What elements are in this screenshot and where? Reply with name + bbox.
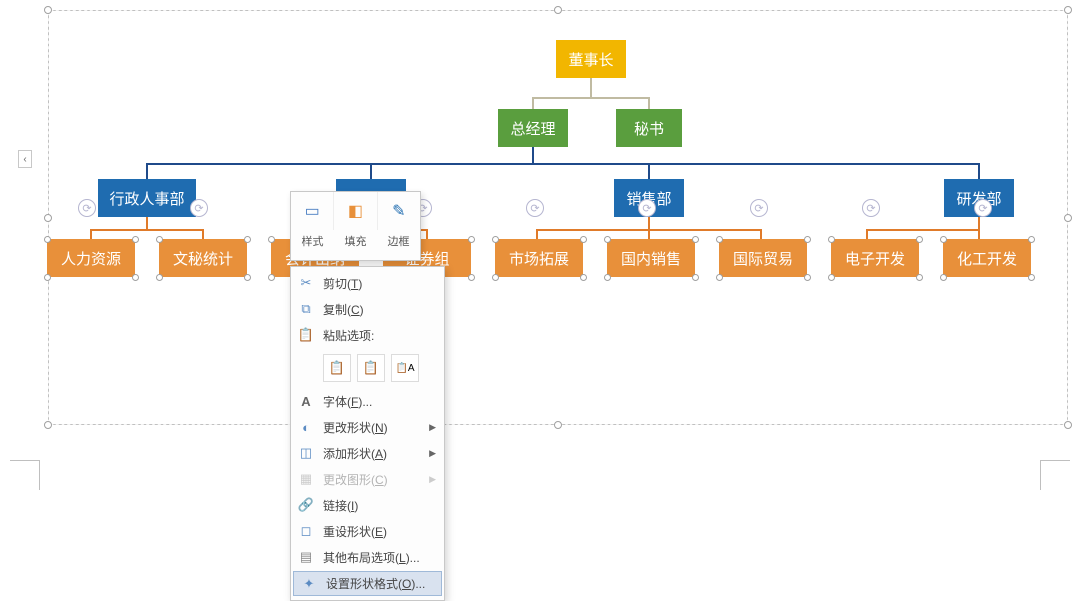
page-crop-mark [10,460,40,490]
outline-icon: ✎ [392,201,405,221]
context-menu: ✂ 剪切(T) ⧉ 复制(C) 📋 粘贴选项: 📋 📋 📋A A 字体(F)..… [290,266,445,601]
style-button[interactable]: ▭ [291,192,334,230]
clipboard-icon: 📋 [329,360,345,376]
menu-cut[interactable]: ✂ 剪切(T) [291,270,444,296]
chevron-right-icon: ▶ [429,474,436,485]
clipboard-icon: 📋 [363,360,379,376]
menu-reset-shape[interactable]: ◻ 重设形状(E) [291,518,444,544]
menu-link[interactable]: 🔗 链接(I) [291,492,444,518]
expand-text-pane-button[interactable]: ‹ [18,150,32,168]
mini-toolbar: ▭ ◧ ✎ 样式 填充 边框 [290,191,421,261]
node-chairman[interactable]: 董事长 [556,40,626,78]
chevron-right-icon: ▶ [429,448,436,459]
rotate-handle-icon[interactable]: ⟳ [750,199,768,217]
add-shape-icon: ◫ [297,445,315,461]
style-label: 样式 [291,230,334,254]
layout-icon: ▤ [297,549,315,565]
paste-options-row: 📋 📋 📋A [291,348,444,388]
node-team-4[interactable]: 市场拓展 [495,239,583,277]
rotate-handle-icon[interactable]: ⟳ [190,199,208,217]
page-crop-mark [1040,460,1070,490]
rotate-handle-icon[interactable]: ⟳ [78,199,96,217]
menu-change-graphic: ▦ 更改图形(C) ▶ [291,466,444,492]
outline-button[interactable]: ✎ [378,192,420,230]
node-secretary[interactable]: 秘书 [616,109,682,147]
node-team-6[interactable]: 国际贸易 [719,239,807,277]
rotate-handle-icon[interactable]: ⟳ [974,199,992,217]
menu-change-shape[interactable]: ◐ 更改形状(N) ▶ [291,414,444,440]
outline-label: 边框 [377,230,420,254]
change-shape-icon: ◐ [297,420,315,435]
node-team-1[interactable]: 文秘统计 [159,239,247,277]
link-icon: 🔗 [297,497,315,513]
paste-option-1[interactable]: 📋 [323,354,351,382]
font-icon: A [297,394,315,409]
node-team-7[interactable]: 电子开发 [831,239,919,277]
node-team-5[interactable]: 国内销售 [607,239,695,277]
menu-other-layout[interactable]: ▤ 其他布局选项(L)... [291,544,444,570]
rotate-handle-icon[interactable]: ⟳ [862,199,880,217]
menu-copy[interactable]: ⧉ 复制(C) [291,296,444,322]
rotate-handle-icon[interactable]: ⟳ [638,199,656,217]
menu-font[interactable]: A 字体(F)... [291,388,444,414]
paste-option-2[interactable]: 📋 [357,354,385,382]
rotate-handle-icon[interactable]: ⟳ [526,199,544,217]
menu-format-shape[interactable]: ✦ 设置形状格式(O)... [293,571,442,596]
format-shape-icon: ✦ [300,576,318,592]
node-team-8[interactable]: 化工开发 [943,239,1031,277]
menu-paste-header: 📋 粘贴选项: [291,322,444,348]
copy-icon: ⧉ [297,301,315,317]
node-dept-hr[interactable]: 行政人事部 [98,179,196,217]
fill-label: 填充 [334,230,377,254]
paste-option-3[interactable]: 📋A [391,354,419,382]
chevron-right-icon: ▶ [429,422,436,433]
menu-add-shape[interactable]: ◫ 添加形状(A) ▶ [291,440,444,466]
scissors-icon: ✂ [297,275,315,291]
shape-style-icon: ▭ [305,201,320,221]
node-team-0[interactable]: 人力资源 [47,239,135,277]
fill-icon: ◧ [348,201,363,221]
node-general-manager[interactable]: 总经理 [498,109,568,147]
change-graphic-icon: ▦ [297,471,315,487]
fill-button[interactable]: ◧ [334,192,377,230]
clipboard-icon: 📋 [297,327,315,343]
reset-icon: ◻ [297,523,315,539]
clipboard-text-icon: 📋A [395,363,414,374]
smartart-canvas[interactable]: ‹ 董事长 总经理 秘书 行政人事部 财务部 销售部 研发部 人力资源 文秘统计… [18,5,1062,460]
